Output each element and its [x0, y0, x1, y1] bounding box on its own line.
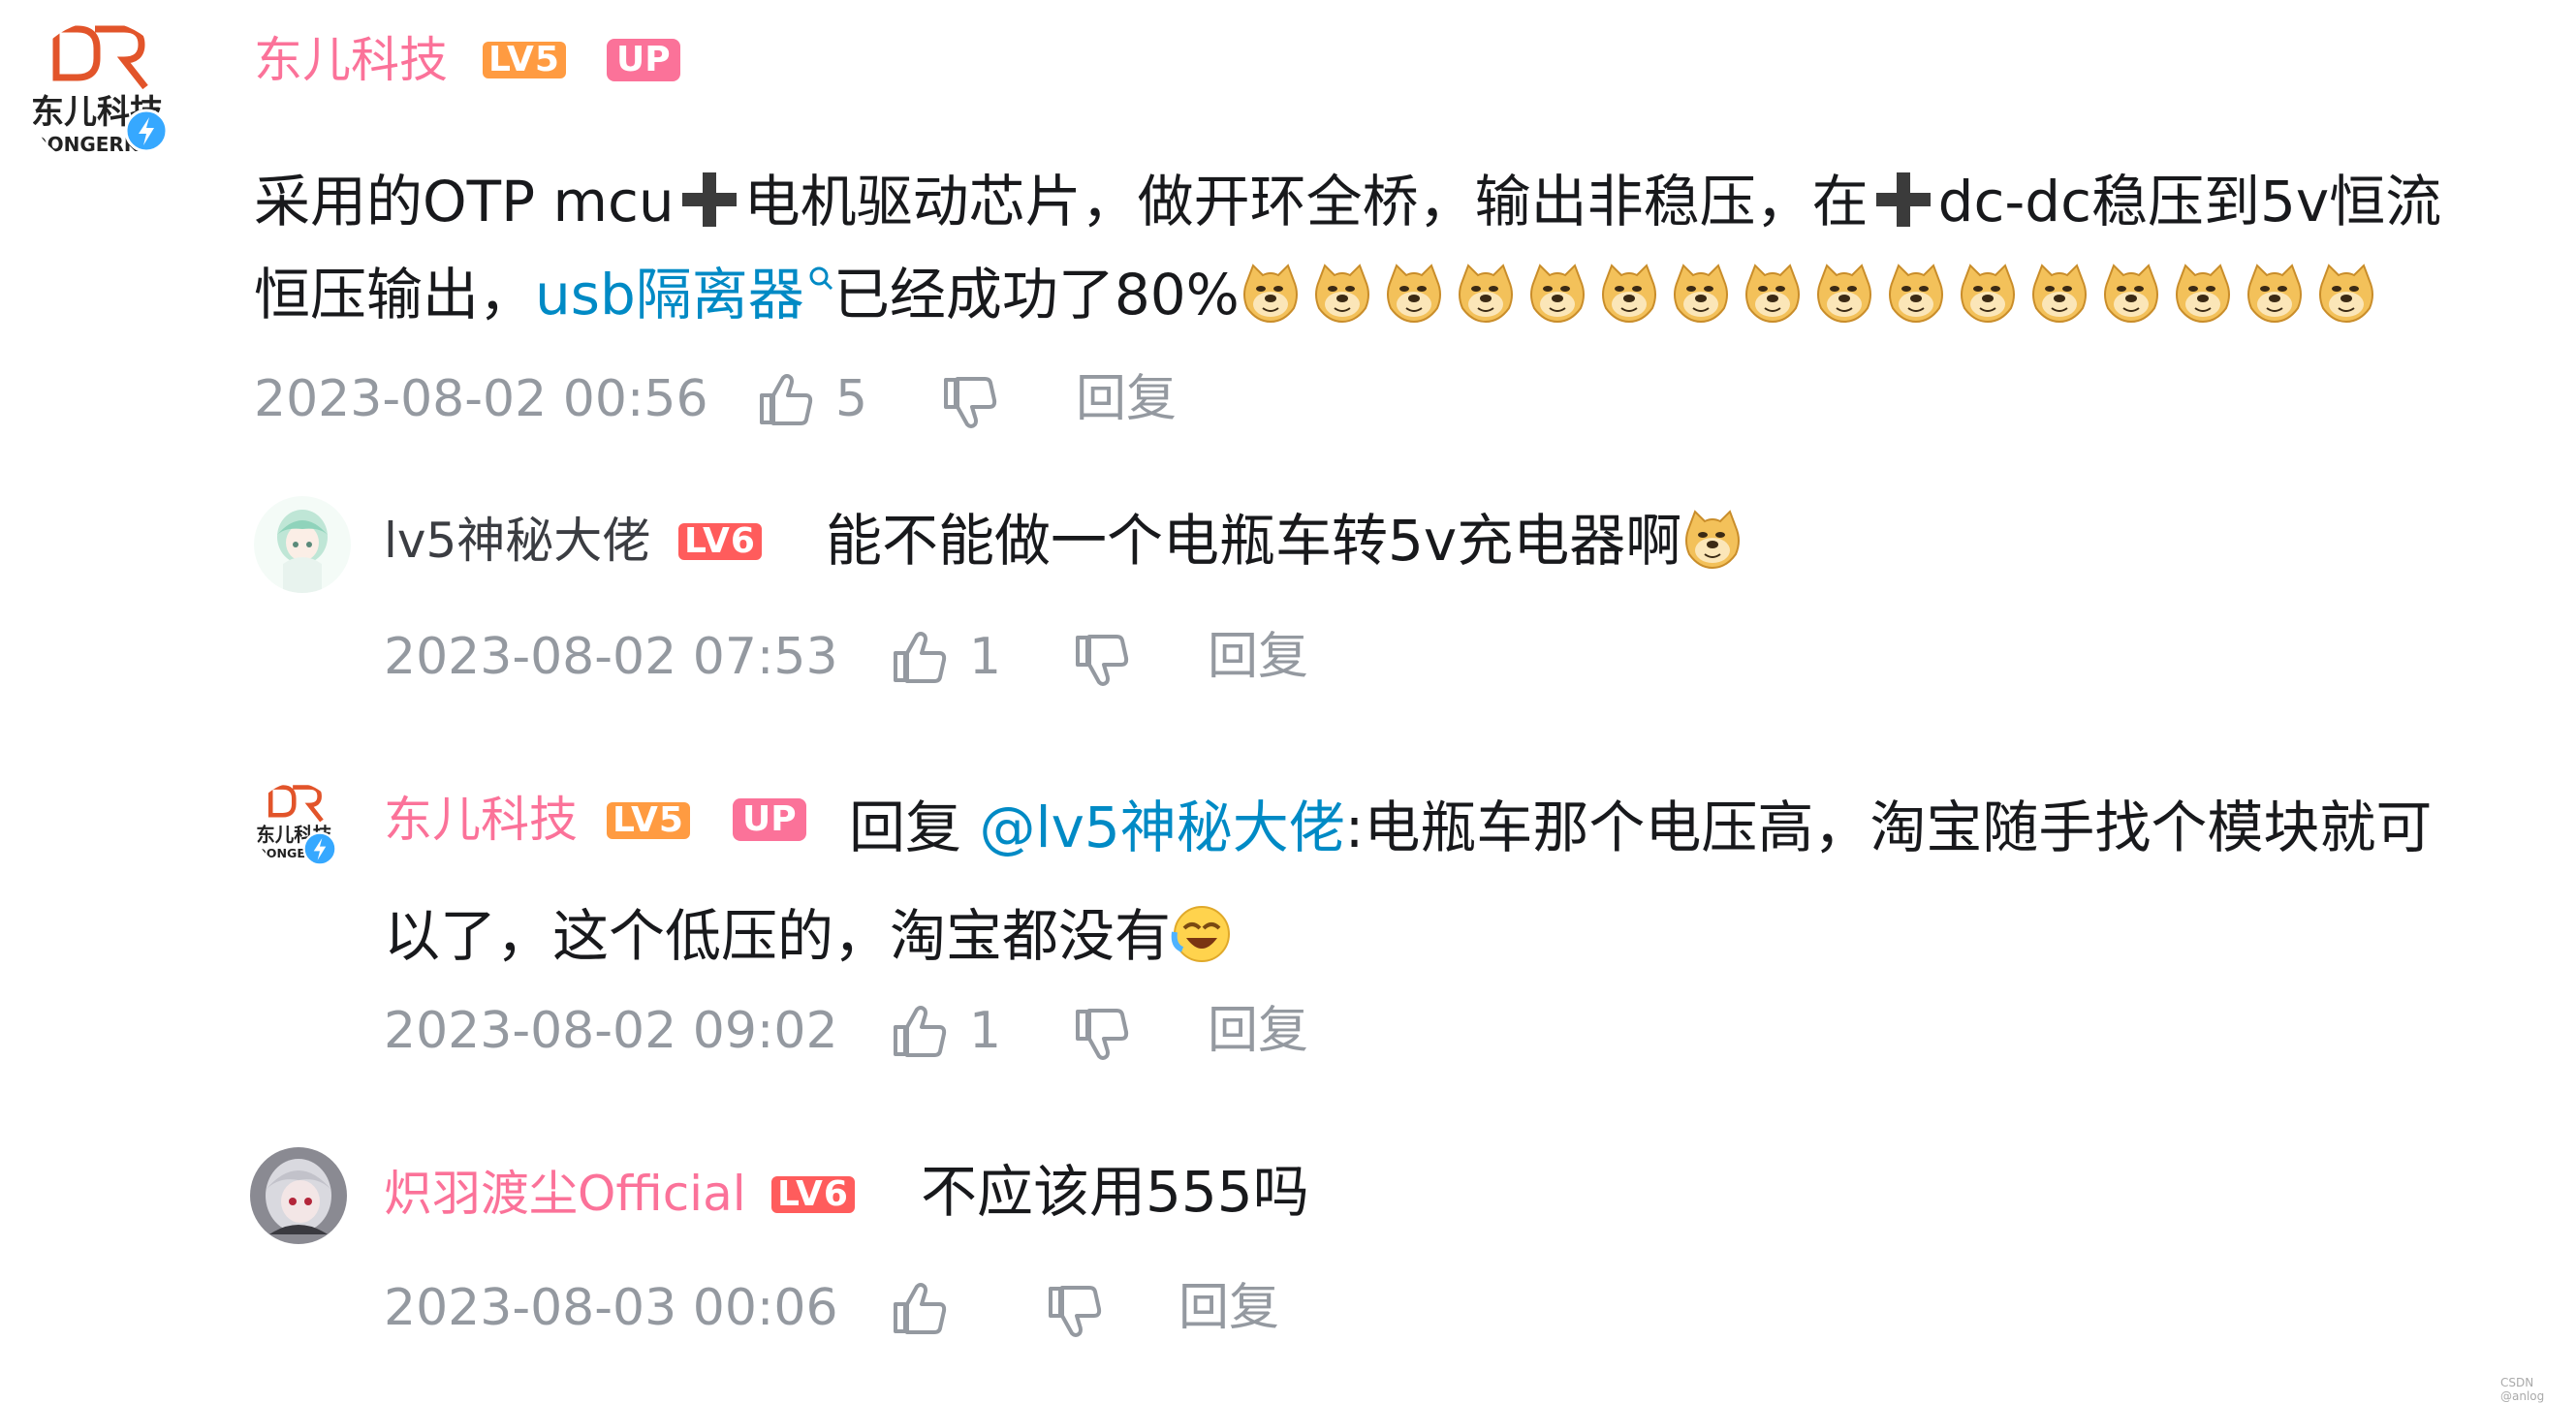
content-text: 恒压输出， — [254, 262, 536, 327]
level-badge: LV5 — [607, 802, 690, 839]
content-text: 能不能做一个电瓶车转5v充电器啊 — [826, 508, 1682, 574]
reply-button[interactable]: 回复 — [1208, 1002, 1308, 1060]
content-text: 以了，这个低压的，淘宝都没有 — [384, 903, 1172, 969]
up-badge: UP — [733, 798, 806, 841]
search-link[interactable]: usb隔离器 — [535, 262, 804, 327]
like-icon[interactable] — [890, 630, 948, 684]
level-badge: LV6 — [678, 523, 762, 560]
like-icon[interactable] — [890, 1281, 948, 1335]
like-count: 5 — [835, 370, 868, 428]
like-count: 1 — [969, 628, 1002, 686]
doge-emoji — [1240, 262, 1302, 324]
comment-content: 不应该用555吗 — [921, 1159, 1309, 1225]
up-badge: UP — [607, 39, 680, 81]
comment-time: 2023-08-02 09:02 — [384, 1002, 838, 1060]
reply-prefix: 回复 — [849, 795, 962, 860]
search-icon — [809, 266, 832, 291]
dislike-icon[interactable] — [1072, 1008, 1130, 1062]
avatar-chiyudu[interactable] — [250, 1147, 347, 1244]
level-badge: LV5 — [483, 42, 566, 78]
content-text: 已经成功了80% — [832, 262, 1240, 327]
comment-username[interactable]: lv5神秘大佬 — [384, 512, 650, 570]
verified-icon — [124, 109, 169, 153]
doge-emoji — [1742, 262, 1804, 324]
reply-button[interactable]: 回复 — [1076, 370, 1177, 428]
doge-emoji — [1681, 508, 1744, 570]
laugh-cry-emoji — [1171, 906, 1231, 962]
like-icon[interactable] — [756, 372, 814, 426]
dislike-icon[interactable] — [1072, 634, 1130, 688]
plus-icon — [1875, 172, 1931, 227]
anime-avatar-image — [250, 1147, 347, 1244]
content-text: 电机驱动芯片，做开环全桥，输出非稳压，在 — [743, 169, 1869, 234]
comment-content: 能不能做一个电瓶车转5v充电器啊 — [826, 494, 1759, 587]
doge-emoji — [2028, 262, 2090, 324]
doge-emoji — [1455, 262, 1517, 324]
content-text: dc-dc稳压到5v恒流 — [1937, 169, 2442, 234]
doge-emoji-row — [1240, 262, 2387, 327]
doge-emoji — [1670, 262, 1732, 324]
comment-content-line2: 以了，这个低压的，淘宝都没有 — [384, 882, 1248, 990]
verified-icon — [302, 831, 337, 866]
doge-emoji — [1311, 262, 1373, 324]
mention-link[interactable]: @lv5神秘大佬 — [979, 795, 1344, 860]
doge-emoji — [1598, 262, 1660, 324]
svg-text:DONGE: DONGE — [256, 846, 305, 860]
level-badge: LV6 — [771, 1176, 855, 1213]
like-count: 1 — [969, 1002, 1002, 1060]
comment-content: 回复 @lv5神秘大佬:电瓶车那个电压高，淘宝随手找个模块就可 — [849, 773, 2555, 882]
doge-emoji — [2315, 262, 2377, 324]
doge-emoji — [1885, 262, 1947, 324]
watermark: CSDN @anlog — [2500, 1376, 2545, 1403]
doge-emoji — [2100, 262, 2162, 324]
doge-emoji — [2172, 262, 2234, 324]
doge-emoji — [1957, 262, 2019, 324]
like-icon[interactable] — [890, 1004, 948, 1058]
comment-time: 2023-08-02 00:56 — [254, 370, 708, 428]
doge-emoji — [1383, 262, 1445, 324]
doge-emoji — [1813, 262, 1875, 324]
doge-emoji — [2244, 262, 2306, 324]
reply-button[interactable]: 回复 — [1208, 628, 1308, 686]
comment-time: 2023-08-03 00:06 — [384, 1279, 838, 1337]
comment-username[interactable]: 东儿科技 — [384, 791, 578, 849]
content-text: :电瓶车那个电压高，淘宝随手找个模块就可 — [1344, 795, 2433, 860]
content-text: 采用的OTP mcu — [254, 169, 675, 234]
reply-button[interactable]: 回复 — [1178, 1279, 1279, 1337]
dislike-icon[interactable] — [1045, 1285, 1103, 1339]
dislike-icon[interactable] — [940, 376, 998, 430]
doge-emoji — [1526, 262, 1588, 324]
comment-username[interactable]: 炽羽渡尘Official — [384, 1165, 746, 1223]
comment-time: 2023-08-02 07:53 — [384, 628, 838, 686]
avatar-lv5shenmi[interactable] — [254, 496, 351, 593]
anime-avatar-image — [254, 496, 351, 593]
comment-username[interactable]: 东儿科技 — [254, 31, 448, 89]
comment-content: 采用的OTP mcu 电机驱动芯片，做开环全桥，输出非稳压，在 dc-dc稳压到5v… — [254, 155, 2541, 341]
plus-icon — [681, 172, 737, 227]
